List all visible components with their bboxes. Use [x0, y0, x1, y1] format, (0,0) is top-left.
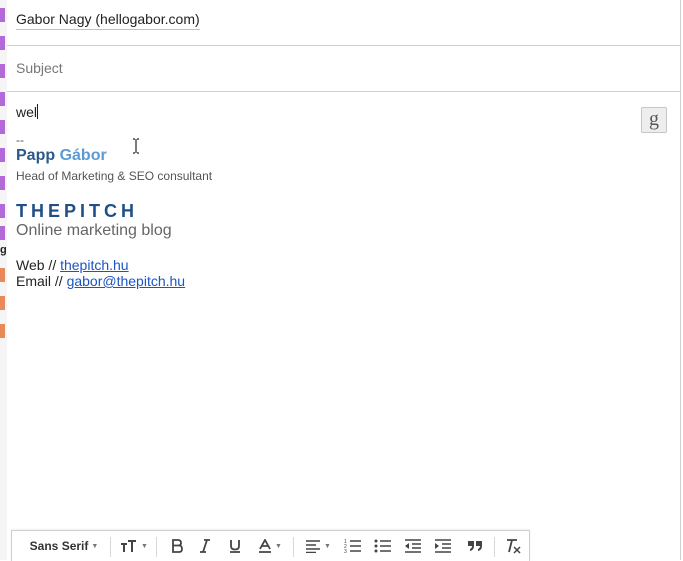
- font-family-label: Sans Serif: [29, 539, 89, 553]
- bold-button[interactable]: [164, 531, 190, 561]
- font-size-icon: [121, 540, 137, 552]
- underline-button[interactable]: [222, 531, 248, 561]
- remove-formatting-button[interactable]: [500, 531, 526, 561]
- svg-text:3: 3: [344, 549, 347, 554]
- grammar-g-button[interactable]: g: [641, 107, 667, 133]
- web-link[interactable]: thepitch.hu: [60, 257, 129, 273]
- subject-field[interactable]: Subject: [7, 46, 680, 92]
- body-typed-line[interactable]: wel: [16, 104, 636, 120]
- chevron-down-icon: ▼: [324, 542, 331, 550]
- to-field-row[interactable]: Gabor Nagy (hellogabor.com): [7, 0, 680, 46]
- align-button[interactable]: ▼: [300, 531, 336, 561]
- toolbar-divider: [293, 537, 294, 557]
- body-typed-text: wel: [16, 104, 38, 120]
- toolbar-divider: [110, 537, 111, 557]
- align-icon: [306, 539, 321, 553]
- remove-formatting-icon: [507, 539, 521, 554]
- italic-button[interactable]: [192, 531, 218, 561]
- label-marker: [0, 268, 5, 282]
- signature-email-line: Email // gabor@thepitch.hu: [16, 273, 636, 289]
- bulleted-list-icon: [374, 539, 391, 553]
- quote-icon: [468, 541, 482, 551]
- label-marker: [0, 36, 5, 50]
- left-strip-letter: g: [0, 244, 7, 256]
- label-marker: [0, 204, 5, 218]
- text-color-button[interactable]: ▼: [252, 531, 288, 561]
- signature-separator: --: [16, 133, 24, 147]
- indent-less-icon: [405, 539, 421, 553]
- label-marker: [0, 148, 5, 162]
- numbered-list-icon: 1 2 3: [344, 539, 361, 554]
- text-color-icon: [259, 539, 272, 553]
- compose-window: Gabor Nagy (hellogabor.com) Subject wel …: [7, 0, 681, 560]
- toolbar-divider: [494, 537, 495, 557]
- label-marker: [0, 324, 5, 338]
- signature-tagline: Online marketing blog: [16, 222, 172, 239]
- underline-icon: [230, 540, 240, 553]
- font-family-select[interactable]: Sans Serif ▼: [22, 531, 106, 561]
- signature-contact: Web // thepitch.hu Email // gabor@thepit…: [16, 257, 636, 289]
- label-marker: [0, 64, 5, 78]
- label-marker: [0, 226, 5, 240]
- subject-placeholder: Subject: [16, 60, 63, 76]
- email-signature: -- Papp Gábor Head of Marketing & SEO co…: [16, 134, 636, 289]
- recipient-chip[interactable]: Gabor Nagy (hellogabor.com): [16, 11, 200, 30]
- font-size-button[interactable]: ▼: [116, 531, 152, 561]
- email-link[interactable]: gabor@thepitch.hu: [67, 273, 186, 289]
- numbered-list-button[interactable]: 1 2 3: [340, 531, 366, 561]
- indent-more-button[interactable]: [430, 531, 456, 561]
- label-marker: [0, 120, 5, 134]
- bold-icon: [172, 539, 183, 553]
- signature-web-line: Web // thepitch.hu: [16, 257, 636, 273]
- text-caret: [37, 104, 39, 119]
- formatting-toolbar: Sans Serif ▼ ▼ ▼ ▼ 1 2 3: [11, 530, 530, 561]
- label-marker: [0, 8, 5, 22]
- indent-less-button[interactable]: [400, 531, 426, 561]
- signature-last-name: Gábor: [59, 147, 107, 164]
- chevron-down-icon: ▼: [91, 542, 99, 550]
- signature-brand-logo: THEPITCH: [16, 201, 138, 221]
- ibeam-cursor-icon: [133, 138, 139, 154]
- chevron-down-icon: ▼: [141, 542, 148, 550]
- signature-job-title: Head of Marketing & SEO consultant: [16, 169, 213, 183]
- signature-first-name: Papp: [16, 147, 56, 164]
- quote-button[interactable]: [462, 531, 488, 561]
- email-label: Email //: [16, 273, 67, 289]
- indent-more-icon: [435, 539, 451, 553]
- toolbar-divider: [156, 537, 157, 557]
- italic-icon: [200, 539, 210, 553]
- message-body[interactable]: wel -- Papp Gábor Head of Marketing & SE…: [16, 104, 636, 289]
- label-marker: [0, 296, 5, 310]
- label-marker: [0, 92, 5, 106]
- bulleted-list-button[interactable]: [370, 531, 396, 561]
- chevron-down-icon: ▼: [275, 542, 282, 550]
- signature-name: Papp Gábor: [16, 147, 636, 165]
- web-label: Web //: [16, 257, 61, 273]
- label-marker: [0, 176, 5, 190]
